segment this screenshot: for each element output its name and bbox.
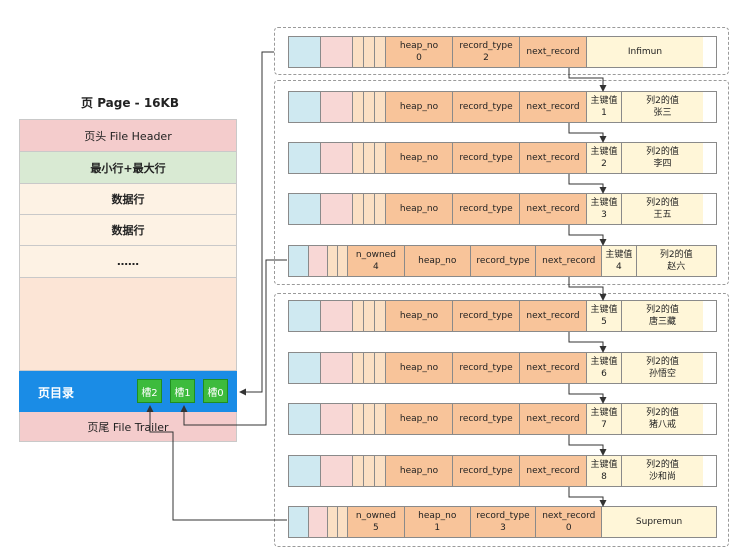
next-record-pointer: [568, 332, 607, 353]
next-record-pointer: [568, 435, 607, 456]
next-record-pointer: [568, 384, 607, 404]
next-record-pointer: [568, 225, 607, 246]
slot-0-pointer: [239, 51, 274, 396]
slot-1-pointer: [180, 259, 287, 426]
next-record-pointer: [568, 277, 607, 301]
next-record-pointer: [568, 68, 607, 92]
next-record-pointer: [568, 174, 607, 194]
next-record-pointer: [568, 123, 607, 143]
next-record-pointer: [568, 487, 607, 507]
connector-lines: [146, 51, 607, 521]
